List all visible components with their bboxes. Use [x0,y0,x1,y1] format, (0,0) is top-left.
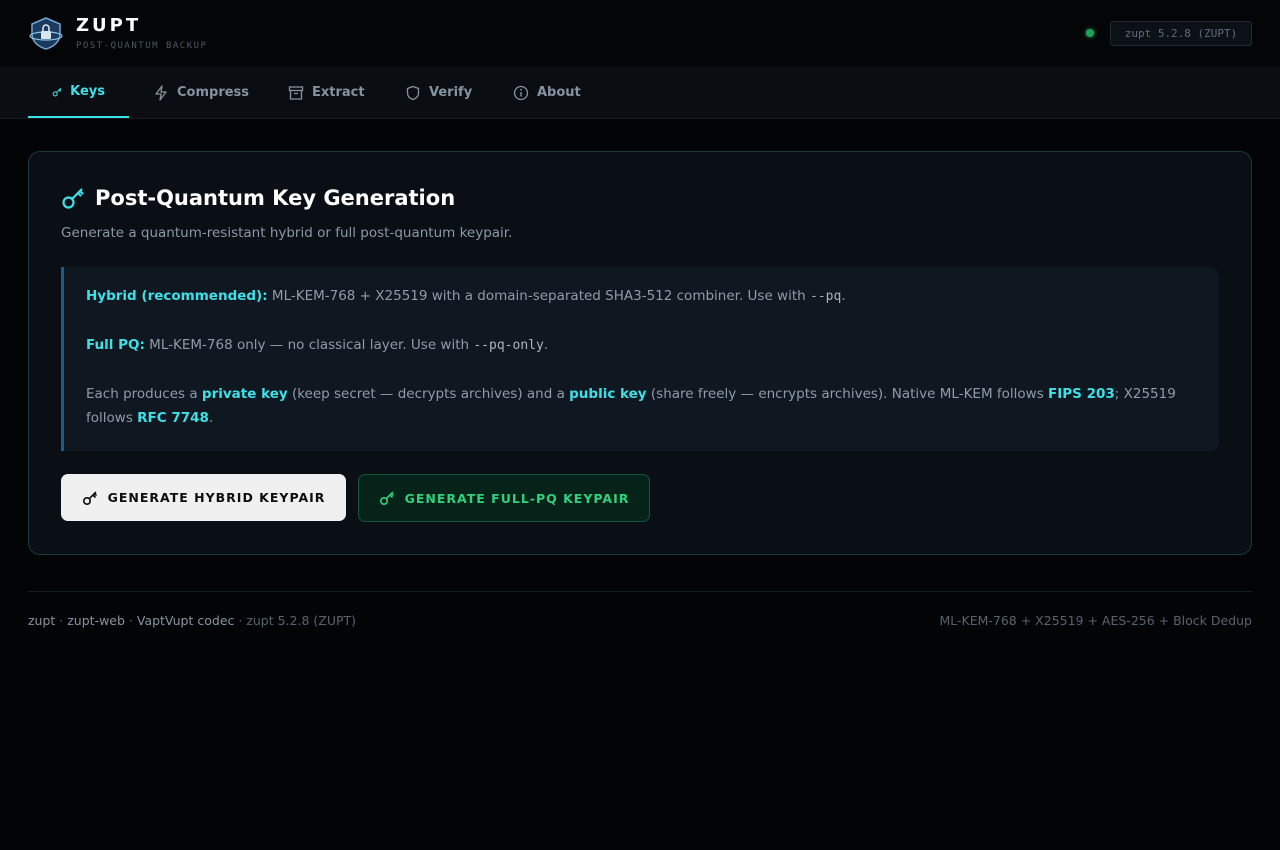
tab-keys[interactable]: Keys [28,67,129,118]
each-text-2: (keep secret — decrypts archives) and a [287,386,570,402]
archive-icon [288,85,304,100]
card-title: Post-Quantum Key Generation [61,186,455,210]
tab-label: Verify [429,85,473,100]
app-subtitle: POST-QUANTUM BACKUP [76,41,208,51]
footer-separator: · [234,613,247,628]
shield-icon [406,85,420,100]
fips-term: FIPS 203 [1048,386,1115,402]
footer-link-zupt[interactable]: zupt [28,613,55,628]
hybrid-end: . [841,288,846,304]
footer-version: zupt 5.2.8 (ZUPT) [246,613,357,628]
generate-hybrid-keypair-button[interactable]: GENERATE HYBRID KEYPAIR [61,474,346,521]
key-icon [62,188,84,209]
generate-fullpq-keypair-button[interactable]: GENERATE FULL-PQ KEYPAIR [358,474,650,522]
rfc-term: RFC 7748 [137,410,209,426]
private-key-term: private key [201,386,288,402]
card-subtitle: Generate a quantum-resistant hybrid or f… [61,225,513,241]
fullpq-flag: --pq-only [473,338,544,353]
info-fullpq: Full PQ: ML-KEM-768 only — no classical … [86,333,1197,358]
logo-icon [28,16,64,50]
footer-divider [28,591,1252,592]
footer-link-codec[interactable]: VaptVupt codec [137,613,235,628]
key-icon [82,491,97,505]
tab-compress[interactable]: Compress [129,67,273,118]
footer-separator: · [124,613,137,628]
tab-label: Extract [312,85,365,100]
footer-link-zupt-web[interactable]: zupt-web [67,613,125,628]
button-label: GENERATE HYBRID KEYPAIR [107,490,326,505]
hybrid-flag: --pq [810,289,842,304]
tab-extract[interactable]: Extract [264,67,389,118]
each-text-1: Each produces a [86,386,202,402]
app-header: ZUPT POST-QUANTUM BACKUP zupt 5.2.8 (ZUP… [0,0,1280,67]
hybrid-text: ML-KEM-768 + X25519 with a domain-separa… [267,288,810,304]
button-label: GENERATE FULL-PQ KEYPAIR [404,490,630,506]
fullpq-label: Full PQ: [86,337,145,353]
status-indicator [1086,29,1094,37]
key-icon [52,87,62,96]
card-title-text: Post-Quantum Key Generation [95,186,456,210]
public-key-term: public key [569,386,647,402]
info-box: Hybrid (recommended): ML-KEM-768 + X2551… [61,267,1219,451]
footer-links: zupt · zupt-web · VaptVupt codec · zupt … [28,613,356,628]
each-end: . [208,410,214,426]
key-icon [379,491,394,506]
info-hybrid: Hybrid (recommended): ML-KEM-768 + X2551… [86,284,1197,309]
tab-bar: Keys Compress Extract Verify About [0,67,1280,119]
tab-label: Keys [70,84,105,99]
tab-about[interactable]: About [489,67,605,118]
info-each: Each produces a private key (keep secret… [86,382,1197,430]
fullpq-text: ML-KEM-768 only — no classical layer. Us… [144,337,474,353]
fullpq-end: . [543,337,549,353]
each-text-3: (share freely — encrypts archives). Nati… [646,386,1049,402]
app-name: ZUPT [76,15,142,36]
info-icon [513,85,529,100]
key-generation-card: Post-Quantum Key Generation Generate a q… [28,151,1252,555]
hybrid-label: Hybrid (recommended): [86,288,268,304]
footer-tech-stack: ML-KEM-768 + X25519 + AES-256 + Block De… [939,613,1252,628]
tab-verify[interactable]: Verify [381,67,496,118]
footer-separator: · [55,613,68,628]
tab-label: About [537,85,581,100]
lightning-icon [155,84,167,101]
version-badge: zupt 5.2.8 (ZUPT) [1110,21,1252,46]
tab-label: Compress [177,85,250,100]
